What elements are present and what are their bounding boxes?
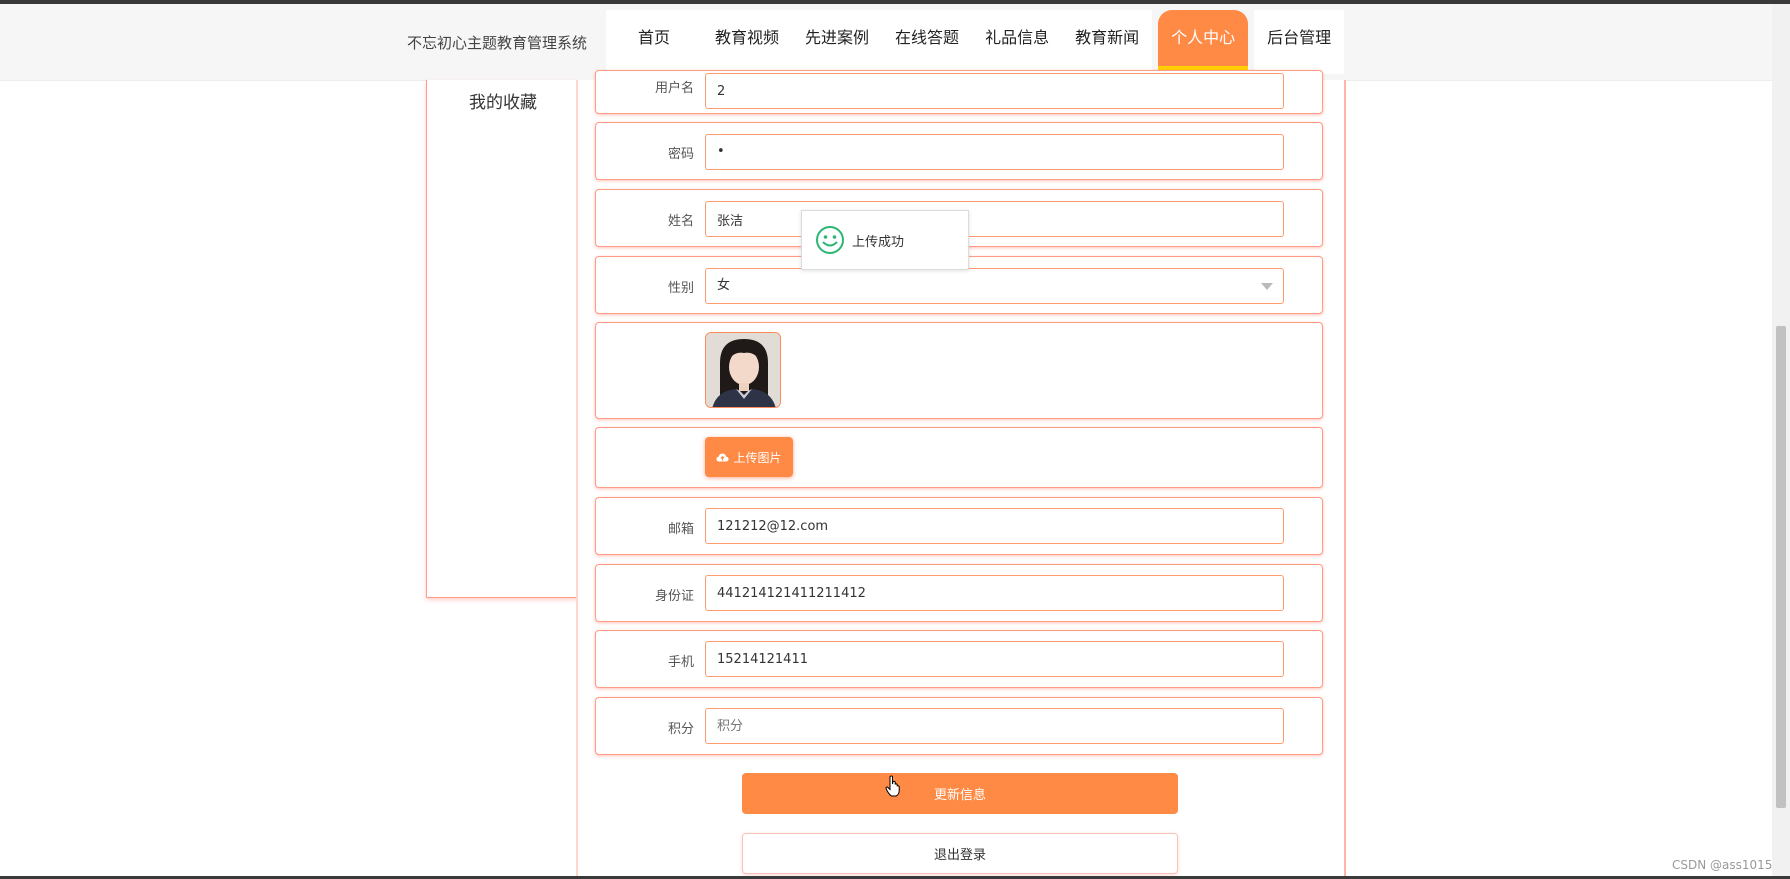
password-row: 密码 • — [595, 122, 1323, 180]
points-label: 积分 — [667, 722, 694, 737]
nav-admin[interactable]: 后台管理 — [1254, 10, 1345, 74]
name-input[interactable] — [705, 201, 1284, 237]
points-input[interactable] — [705, 708, 1284, 744]
username-input[interactable] — [705, 73, 1284, 109]
upload-image-button[interactable]: 上传图片 — [705, 437, 793, 477]
nav-home[interactable]: 首页 — [606, 10, 703, 74]
nav-advanced-cases[interactable]: 先进案例 — [792, 10, 883, 74]
nav-education-video[interactable]: 教育视频 — [702, 10, 793, 74]
password-label: 密码 — [667, 147, 694, 162]
vertical-scrollbar[interactable] — [1772, 4, 1790, 879]
gender-label: 性别 — [667, 281, 694, 296]
update-info-button[interactable]: 更新信息 — [742, 773, 1178, 814]
cloud-upload-icon — [716, 453, 729, 462]
points-row: 积分 — [595, 697, 1323, 755]
phone-row: 手机 — [595, 630, 1323, 688]
avatar-row — [595, 322, 1323, 419]
nav-personal-center[interactable]: 个人中心 — [1158, 10, 1249, 74]
hand-cursor-icon — [885, 775, 900, 797]
smile-icon — [816, 226, 844, 254]
watermark: CSDN @ass1015 — [1672, 858, 1773, 872]
upload-success-toast: 上传成功 — [801, 210, 969, 270]
id-card-input[interactable] — [705, 575, 1284, 611]
upload-button-label: 上传图片 — [733, 450, 782, 465]
email-row: 邮箱 — [595, 497, 1323, 555]
site-title: 不忘初心主题教育管理系统 — [407, 34, 588, 52]
avatar — [705, 332, 781, 408]
logout-button[interactable]: 退出登录 — [742, 833, 1178, 874]
password-input[interactable]: • — [705, 134, 1284, 170]
email-label: 邮箱 — [667, 522, 694, 537]
gender-selected-value: 女 — [717, 278, 731, 293]
id-card-label: 身份证 — [654, 589, 694, 604]
gender-select[interactable]: 女 — [705, 268, 1284, 304]
phone-label: 手机 — [667, 655, 694, 670]
phone-input[interactable] — [705, 641, 1284, 677]
nav-gift-info[interactable]: 礼品信息 — [972, 10, 1063, 74]
nav-education-news[interactable]: 教育新闻 — [1062, 10, 1153, 74]
personal-sidebar: 我的收藏 — [426, 80, 578, 598]
nav-online-quiz[interactable]: 在线答题 — [882, 10, 973, 74]
email-input[interactable] — [705, 508, 1284, 544]
chevron-down-icon — [1261, 283, 1273, 290]
scrollbar-thumb[interactable] — [1776, 326, 1786, 808]
avatar-photo — [706, 333, 780, 407]
username-row: 用户名 — [595, 70, 1323, 114]
toast-message: 上传成功 — [852, 234, 905, 250]
main-nav: 首页 教育视频 先进案例 在线答题 礼品信息 教育新闻 个人中心 后台管理 — [606, 10, 1345, 74]
name-label: 姓名 — [667, 214, 694, 229]
upload-row: 上传图片 — [595, 427, 1323, 488]
id-card-row: 身份证 — [595, 564, 1323, 622]
username-label: 用户名 — [654, 81, 694, 96]
sidebar-item-favorites[interactable]: 我的收藏 — [469, 88, 537, 113]
